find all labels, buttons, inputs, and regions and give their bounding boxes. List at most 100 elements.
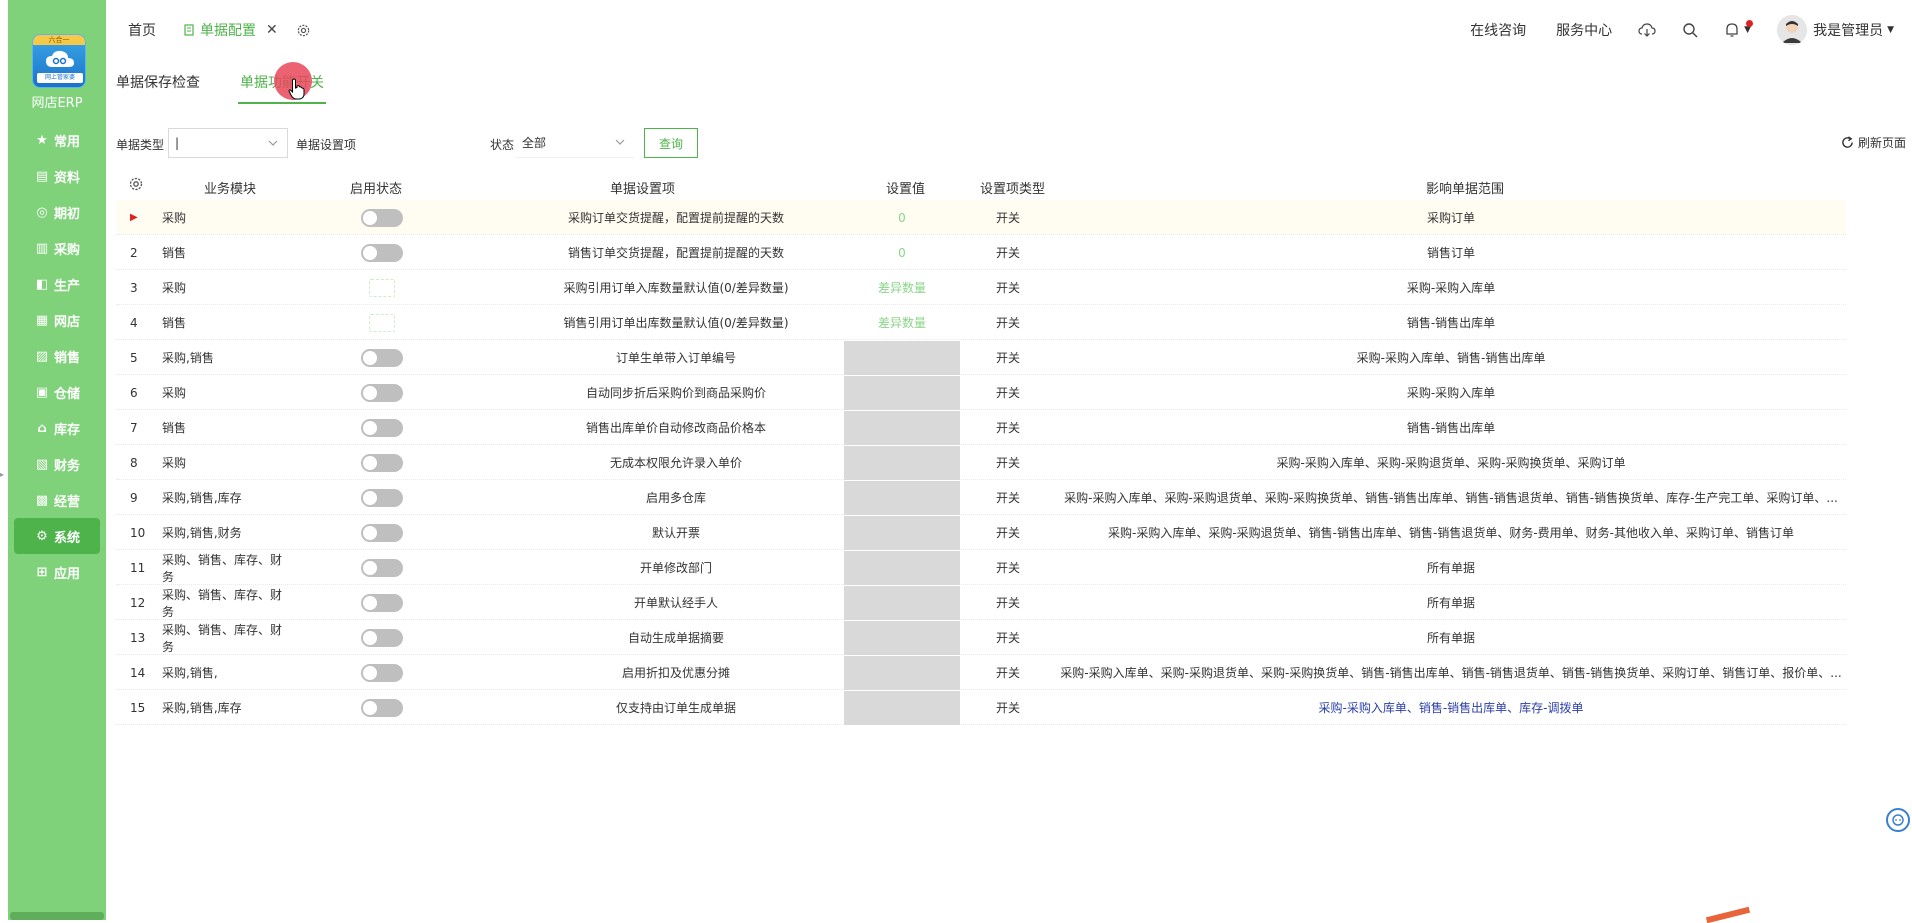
setting-item-input[interactable]: [362, 128, 374, 158]
notification-bell-icon[interactable]: ▼: [1724, 20, 1754, 38]
sidebar-item-5[interactable]: ◧ 生产: [14, 266, 100, 302]
enabled-toggle[interactable]: [352, 235, 412, 270]
cell-value-disabled: [844, 550, 960, 585]
enabled-toggle[interactable]: [352, 690, 412, 725]
toggle-switch[interactable]: [361, 418, 403, 437]
tab-doc-config[interactable]: 单据配置: [184, 20, 256, 40]
header-module[interactable]: 业务模块: [204, 178, 256, 197]
cell-value[interactable]: 差异数量: [844, 270, 960, 305]
user-menu-chevron-down-icon[interactable]: ▼: [1887, 25, 1894, 35]
sidebar-item-label: 仓储: [53, 386, 80, 402]
cell-value[interactable]: 0: [844, 235, 960, 270]
setting-item-label: 单据设置项: [296, 138, 357, 152]
service-center-link[interactable]: 服务中心: [1556, 20, 1612, 40]
table-row[interactable]: 11 采购、销售、库存、财务 开单修改部门 开关 所有单据: [116, 550, 1846, 585]
table-row[interactable]: 4 销售 销售引用订单出库数量默认值(0/差异数量) 差异数量 开关 销售-销售出库单: [116, 305, 1846, 340]
collapse-handle-icon[interactable]: ▸: [0, 470, 4, 480]
table-row[interactable]: 15 采购,销售,库存 仅支持由订单生成单据 开关 采购-采购入库单、销售-销售出库单、…: [116, 690, 1846, 725]
sidebar-item-2[interactable]: ▤ 资料: [14, 158, 100, 194]
sidebar-item-1[interactable]: ★ 常用: [14, 122, 100, 158]
doc-type-select[interactable]: |: [168, 128, 288, 158]
query-button[interactable]: 查询: [644, 128, 698, 158]
table-row[interactable]: 3 采购 采购引用订单入库数量默认值(0/差异数量) 差异数量 开关 采购-采购入库单: [116, 270, 1846, 305]
header-value[interactable]: 设置值: [886, 178, 925, 197]
table-row[interactable]: 5 采购,销售 订单生单带入订单编号 开关 采购-采购入库单、销售-销售出库单: [116, 340, 1846, 375]
sidebar-item-4[interactable]: ▥ 采购: [14, 230, 100, 266]
table-row[interactable]: 2 销售 销售订单交货提醒，配置提前提醒的天数 0 开关 销售订单: [116, 235, 1846, 270]
app-logo[interactable]: 六合一 网上管家婆: [32, 34, 86, 88]
refresh-page-button[interactable]: 刷新页面: [1841, 134, 1906, 151]
subtab-save-check[interactable]: 单据保存检查: [116, 70, 200, 106]
header-setting-item[interactable]: 单据设置项: [610, 178, 675, 197]
sidebar-item-8[interactable]: ▣ 仓储: [14, 374, 100, 410]
online-consult-link[interactable]: 在线咨询: [1470, 20, 1526, 40]
enabled-toggle[interactable]: [352, 270, 412, 305]
search-icon[interactable]: [1682, 22, 1698, 38]
enabled-toggle[interactable]: [352, 375, 412, 410]
table-row[interactable]: 14 采购,销售, 启用折扣及优惠分摊 开关 采购-采购入库单、采购-采购退货单、采购-…: [116, 655, 1846, 690]
toggle-switch[interactable]: [361, 243, 403, 262]
toggle-switch[interactable]: [361, 488, 403, 507]
sidebar-item-13[interactable]: ⊞ 应用: [14, 554, 100, 590]
sidebar-item-7[interactable]: ▨ 销售: [14, 338, 100, 374]
toggle-switch[interactable]: [361, 628, 403, 647]
header-scope[interactable]: 影响单据范围: [1426, 178, 1504, 197]
tab-home[interactable]: 首页: [128, 20, 156, 40]
table-row[interactable]: 10 采购,销售,财务 默认开票 开关 采购-采购入库单、采购-采购退货单、销售-销售出…: [116, 515, 1846, 550]
enabled-toggle[interactable]: [352, 550, 412, 585]
enabled-toggle[interactable]: [352, 620, 412, 655]
cell-module: 采购,销售: [162, 351, 214, 365]
cell-value[interactable]: 差异数量: [844, 305, 960, 340]
header-type[interactable]: 设置项类型: [980, 178, 1045, 197]
toggle-switch[interactable]: [369, 278, 395, 297]
enabled-toggle[interactable]: [352, 410, 412, 445]
close-tab-icon[interactable]: ✕: [266, 22, 278, 38]
enabled-toggle[interactable]: [352, 445, 412, 480]
enabled-toggle[interactable]: [352, 200, 412, 235]
enabled-toggle[interactable]: [352, 585, 412, 620]
customer-service-icon[interactable]: [1886, 808, 1910, 832]
tab-settings-gear-icon[interactable]: [296, 23, 311, 38]
toggle-switch[interactable]: [361, 383, 403, 402]
toggle-switch[interactable]: [361, 698, 403, 717]
sidebar-item-10[interactable]: ▧ 财务: [14, 446, 100, 482]
download-icon[interactable]: [1638, 22, 1656, 38]
sidebar-item-11[interactable]: ▩ 经营: [14, 482, 100, 518]
enabled-toggle[interactable]: [352, 655, 412, 690]
filter-bar: 单据类型 | 单据设置项 状态 全部 查询 刷新页面: [116, 128, 1906, 158]
cell-value[interactable]: 0: [844, 200, 960, 235]
enabled-toggle[interactable]: [352, 480, 412, 515]
toggle-switch[interactable]: [369, 313, 395, 332]
cell-type: 开关: [995, 281, 1020, 295]
toggle-switch[interactable]: [361, 348, 403, 367]
value-placeholder: [844, 375, 960, 410]
sidebar-item-9[interactable]: ⌂ 库存: [14, 410, 100, 446]
sidebar-scrollbar[interactable]: [10, 912, 104, 920]
table-row[interactable]: 9 采购,销售,库存 启用多仓库 开关 采购-采购入库单、采购-采购退货单、采购-采购换…: [116, 480, 1846, 515]
toggle-switch[interactable]: [361, 523, 403, 542]
column-settings-gear-icon[interactable]: [128, 176, 144, 192]
table-row[interactable]: ▶ 采购 采购订单交货提醒，配置提前提醒的天数 0 开关 采购订单: [116, 200, 1846, 235]
sidebar-item-12[interactable]: ⚙ 系统: [14, 518, 100, 554]
sidebar-item-3[interactable]: ◎ 期初: [14, 194, 100, 230]
cell-scope: 采购-采购入库单: [1406, 386, 1496, 400]
toggle-switch[interactable]: [361, 558, 403, 577]
avatar[interactable]: [1777, 15, 1808, 45]
toggle-switch[interactable]: [361, 208, 403, 227]
table-row[interactable]: 8 采购 无成本权限允许录入单价 开关 采购-采购入库单、采购-采购退货单、采购-采购换…: [116, 445, 1846, 480]
cell-module: 销售: [162, 421, 187, 435]
user-name[interactable]: 我是管理员: [1813, 20, 1883, 40]
enabled-toggle[interactable]: [352, 305, 412, 340]
toggle-switch[interactable]: [361, 453, 403, 472]
toggle-switch[interactable]: [361, 663, 403, 682]
status-select[interactable]: 全部: [516, 128, 634, 158]
table-row[interactable]: 13 采购、销售、库存、财务 自动生成单据摘要 开关 所有单据: [116, 620, 1846, 655]
toggle-switch[interactable]: [361, 593, 403, 612]
sidebar-item-6[interactable]: ▦ 网店: [14, 302, 100, 338]
enabled-toggle[interactable]: [352, 340, 412, 375]
table-row[interactable]: 7 销售 销售出库单价自动修改商品价格本 开关 销售-销售出库单: [116, 410, 1846, 445]
table-row[interactable]: 12 采购、销售、库存、财务 开单默认经手人 开关 所有单据: [116, 585, 1846, 620]
enabled-toggle[interactable]: [352, 515, 412, 550]
table-row[interactable]: 6 采购 自动同步折后采购价到商品采购价 开关 采购-采购入库单: [116, 375, 1846, 410]
header-enabled[interactable]: 启用状态: [350, 178, 402, 197]
